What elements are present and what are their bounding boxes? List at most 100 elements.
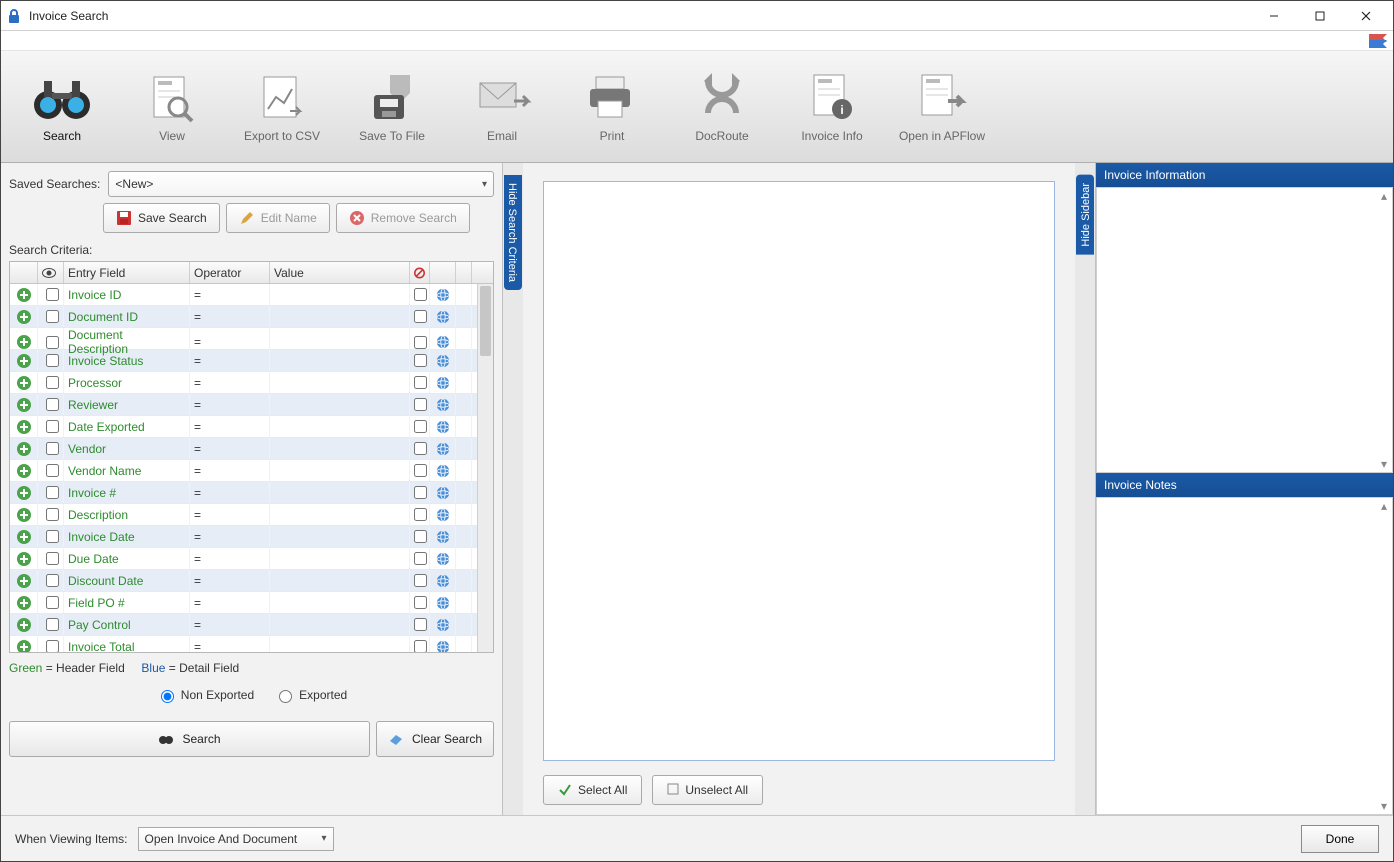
- row-operator[interactable]: =: [190, 394, 270, 415]
- row-operator[interactable]: =: [190, 284, 270, 305]
- row-negate-checkbox[interactable]: [410, 570, 430, 591]
- col-entry-field[interactable]: Entry Field: [64, 262, 190, 283]
- row-negate-checkbox[interactable]: [410, 460, 430, 481]
- row-operator[interactable]: =: [190, 548, 270, 569]
- row-visible-checkbox[interactable]: [38, 306, 64, 327]
- flag-icon[interactable]: [1369, 34, 1387, 48]
- add-row-icon[interactable]: [10, 394, 38, 415]
- toolbar-search[interactable]: Search: [7, 71, 117, 143]
- add-row-icon[interactable]: [10, 636, 38, 652]
- row-visible-checkbox[interactable]: [38, 482, 64, 503]
- criteria-row[interactable]: Field PO #=: [10, 592, 477, 614]
- criteria-row[interactable]: Invoice #=: [10, 482, 477, 504]
- row-value[interactable]: [270, 438, 410, 459]
- globe-icon[interactable]: [430, 306, 456, 327]
- globe-icon[interactable]: [430, 394, 456, 415]
- toolbar-export-csv[interactable]: Export to CSV: [227, 71, 337, 143]
- saved-searches-combo[interactable]: <New> ▾: [108, 171, 494, 197]
- row-negate-checkbox[interactable]: [410, 284, 430, 305]
- add-row-icon[interactable]: [10, 504, 38, 525]
- select-all-button[interactable]: Select All: [543, 775, 642, 805]
- row-operator[interactable]: =: [190, 526, 270, 547]
- criteria-row[interactable]: Pay Control=: [10, 614, 477, 636]
- criteria-row[interactable]: Discount Date=: [10, 570, 477, 592]
- notes-scroll-down[interactable]: ▾: [1378, 800, 1390, 812]
- add-row-icon[interactable]: [10, 438, 38, 459]
- criteria-row[interactable]: Document Description=: [10, 328, 477, 350]
- criteria-row[interactable]: Due Date=: [10, 548, 477, 570]
- globe-icon[interactable]: [430, 284, 456, 305]
- row-value[interactable]: [270, 460, 410, 481]
- criteria-row[interactable]: Invoice Status=: [10, 350, 477, 372]
- globe-icon[interactable]: [430, 438, 456, 459]
- row-operator[interactable]: =: [190, 438, 270, 459]
- save-search-button[interactable]: Save Search: [103, 203, 220, 233]
- row-value[interactable]: [270, 350, 410, 371]
- row-value[interactable]: [270, 614, 410, 635]
- row-value[interactable]: [270, 306, 410, 327]
- non-exported-radio[interactable]: Non Exported: [156, 687, 254, 703]
- row-negate-checkbox[interactable]: [410, 614, 430, 635]
- globe-icon[interactable]: [430, 460, 456, 481]
- criteria-scrollbar[interactable]: [477, 284, 493, 652]
- toolbar-print[interactable]: Print: [557, 71, 667, 143]
- globe-icon[interactable]: [430, 526, 456, 547]
- row-value[interactable]: [270, 394, 410, 415]
- row-negate-checkbox[interactable]: [410, 438, 430, 459]
- viewing-combo[interactable]: Open Invoice And Document ▾: [138, 827, 334, 851]
- row-value[interactable]: [270, 284, 410, 305]
- globe-icon[interactable]: [430, 636, 456, 652]
- row-visible-checkbox[interactable]: [38, 570, 64, 591]
- close-button[interactable]: [1343, 1, 1389, 31]
- clear-search-button[interactable]: Clear Search: [376, 721, 494, 757]
- row-operator[interactable]: =: [190, 636, 270, 652]
- row-negate-checkbox[interactable]: [410, 482, 430, 503]
- globe-icon[interactable]: [430, 482, 456, 503]
- row-value[interactable]: [270, 372, 410, 393]
- criteria-row[interactable]: Description=: [10, 504, 477, 526]
- row-visible-checkbox[interactable]: [38, 350, 64, 371]
- preview-area[interactable]: [543, 181, 1055, 761]
- row-visible-checkbox[interactable]: [38, 592, 64, 613]
- unselect-all-button[interactable]: Unselect All: [652, 775, 763, 805]
- toolbar-email[interactable]: Email: [447, 71, 557, 143]
- row-value[interactable]: [270, 482, 410, 503]
- col-operator[interactable]: Operator: [190, 262, 270, 283]
- row-visible-checkbox[interactable]: [38, 614, 64, 635]
- add-row-icon[interactable]: [10, 482, 38, 503]
- done-button[interactable]: Done: [1301, 825, 1379, 853]
- add-row-icon[interactable]: [10, 614, 38, 635]
- row-negate-checkbox[interactable]: [410, 372, 430, 393]
- add-row-icon[interactable]: [10, 592, 38, 613]
- globe-icon[interactable]: [430, 614, 456, 635]
- globe-icon[interactable]: [430, 548, 456, 569]
- row-visible-checkbox[interactable]: [38, 372, 64, 393]
- toolbar-save-to-file[interactable]: Save To File: [337, 71, 447, 143]
- globe-icon[interactable]: [430, 504, 456, 525]
- row-visible-checkbox[interactable]: [38, 416, 64, 437]
- row-value[interactable]: [270, 592, 410, 613]
- toolbar-open-apflow[interactable]: Open in APFlow: [887, 71, 997, 143]
- row-operator[interactable]: =: [190, 592, 270, 613]
- remove-search-button[interactable]: Remove Search: [336, 203, 470, 233]
- row-operator[interactable]: =: [190, 460, 270, 481]
- row-value[interactable]: [270, 504, 410, 525]
- criteria-row[interactable]: Invoice Date=: [10, 526, 477, 548]
- criteria-row[interactable]: Document ID=: [10, 306, 477, 328]
- criteria-row[interactable]: Invoice Total=: [10, 636, 477, 652]
- row-operator[interactable]: =: [190, 570, 270, 591]
- globe-icon[interactable]: [430, 416, 456, 437]
- minimize-button[interactable]: [1251, 1, 1297, 31]
- row-value[interactable]: [270, 570, 410, 591]
- globe-icon[interactable]: [430, 350, 456, 371]
- notes-scroll-up[interactable]: ▴: [1378, 500, 1390, 512]
- row-operator[interactable]: =: [190, 372, 270, 393]
- add-row-icon[interactable]: [10, 460, 38, 481]
- add-row-icon[interactable]: [10, 284, 38, 305]
- row-operator[interactable]: =: [190, 306, 270, 327]
- row-visible-checkbox[interactable]: [38, 284, 64, 305]
- scrollbar-thumb[interactable]: [480, 286, 491, 356]
- add-row-icon[interactable]: [10, 306, 38, 327]
- row-operator[interactable]: =: [190, 504, 270, 525]
- row-negate-checkbox[interactable]: [410, 306, 430, 327]
